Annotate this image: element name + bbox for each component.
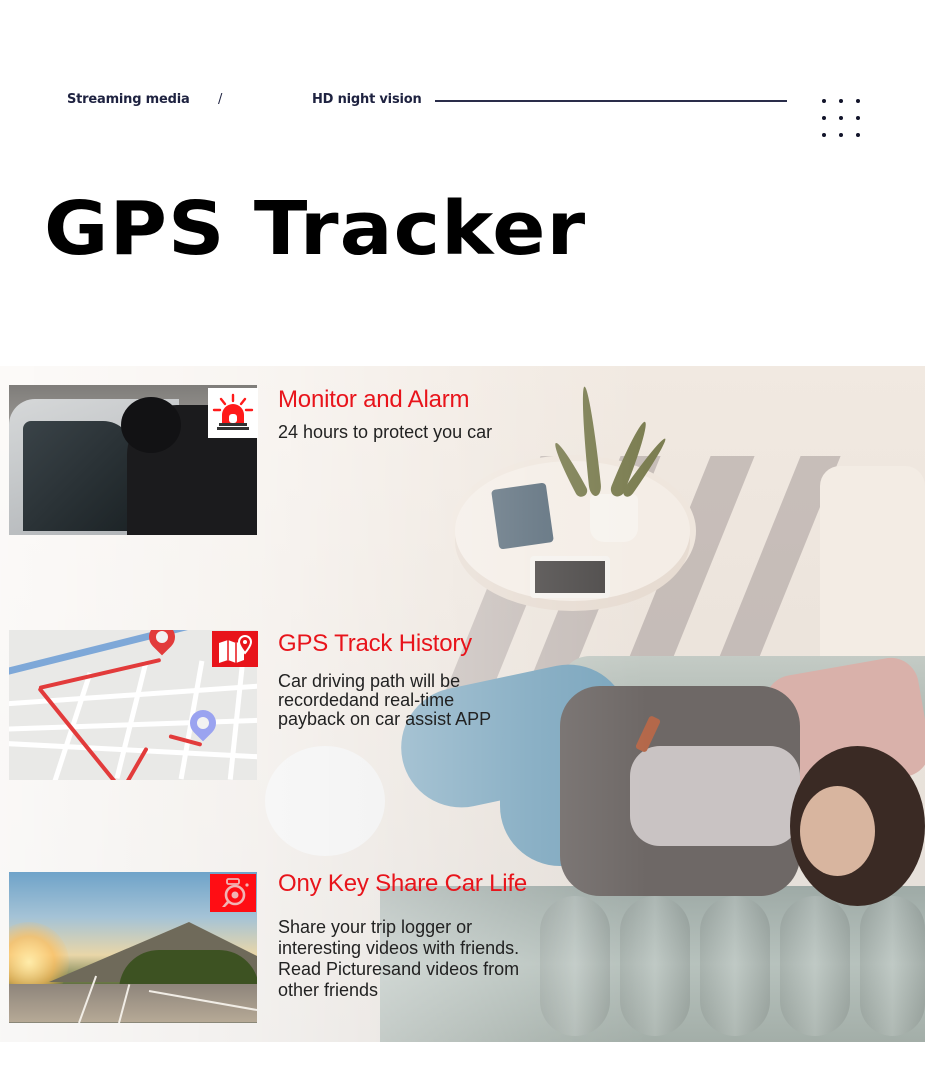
camera-icon [210, 874, 256, 912]
siren-alarm-icon [208, 388, 258, 438]
feature-description: Share your trip logger or interesting vi… [278, 917, 520, 1000]
route-start-pin [143, 630, 181, 656]
feature-gps-track-history: GPS Track History Car driving path will … [0, 630, 600, 780]
feature-description: Car driving path will be recordedand rea… [278, 671, 492, 729]
header-divider [435, 100, 787, 102]
breadcrumb-hd-night-vision[interactable]: HD night vision [312, 92, 422, 107]
page-title: GPS Tracker [44, 186, 587, 272]
breadcrumb-streaming-media[interactable]: Streaming media [67, 92, 190, 107]
feature-description: 24 hours to protect you car [278, 422, 493, 442]
feature-share-car-life: Ony Key Share Car Life Share your trip l… [0, 870, 600, 1024]
feature-title: Ony Key Share Car Life [278, 870, 528, 897]
feature-title: Monitor and Alarm [278, 386, 470, 413]
map-pin-icon [212, 631, 258, 667]
feature-monitor-alarm: Monitor and Alarm 24 hours to protect yo… [0, 385, 600, 535]
dot-grid-icon [822, 99, 866, 143]
breadcrumb-separator: / [218, 92, 223, 107]
feature-title: GPS Track History [278, 630, 472, 657]
